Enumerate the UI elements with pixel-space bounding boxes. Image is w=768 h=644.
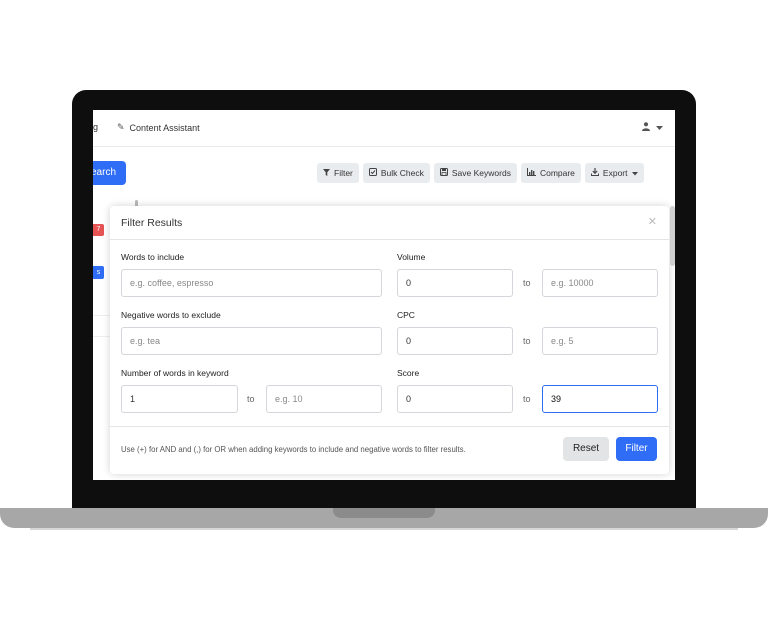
- caret-down-icon: [631, 168, 638, 178]
- compare-label: Compare: [539, 168, 575, 178]
- num-words-to-text: to: [247, 394, 255, 404]
- nav-item-truncated[interactable]: g: [93, 122, 98, 132]
- words-include-label: Words to include: [121, 252, 185, 262]
- volume-to-text: to: [523, 278, 531, 288]
- filter-results-modal: Filter Results ✕ Words to include e.g. c…: [110, 206, 669, 474]
- laptop-screen: g ✎ Content Assistant earch Filter Bulk: [93, 110, 675, 480]
- nav-item-content-assistant[interactable]: ✎ Content Assistant: [117, 122, 200, 133]
- cpc-to-text: to: [523, 336, 531, 346]
- save-icon: [439, 168, 448, 178]
- pencil-icon: ✎: [117, 122, 125, 132]
- modal-header: Filter Results ✕: [110, 206, 669, 240]
- save-keywords-label: Save Keywords: [451, 168, 511, 178]
- cpc-max-input[interactable]: e.g. 5: [542, 327, 658, 355]
- search-button[interactable]: earch: [93, 161, 126, 185]
- modal-title: Filter Results: [121, 217, 183, 229]
- laptop-notch: [333, 508, 435, 518]
- filter-button-label: Filter: [334, 168, 353, 178]
- score-max-input[interactable]: 39: [542, 385, 658, 413]
- volume-max-input[interactable]: e.g. 10000: [542, 269, 658, 297]
- negative-words-input[interactable]: e.g. tea: [121, 327, 382, 355]
- user-menu[interactable]: [642, 122, 663, 133]
- filter-button[interactable]: Filter: [317, 163, 359, 183]
- words-include-input[interactable]: e.g. coffee, espresso: [121, 269, 382, 297]
- num-words-min-input[interactable]: 1: [121, 385, 238, 413]
- bulk-check-button[interactable]: Bulk Check: [362, 163, 430, 183]
- apply-filter-button[interactable]: Filter: [616, 437, 657, 461]
- funnel-icon: [323, 168, 330, 178]
- save-keywords-button[interactable]: Save Keywords: [433, 163, 517, 183]
- toolbar: Filter Bulk Check Save Keywords Compare …: [317, 163, 644, 183]
- download-icon: [590, 168, 599, 178]
- help-text: Use (+) for AND and (,) for OR when addi…: [121, 445, 466, 454]
- user-icon: [642, 122, 650, 133]
- top-nav: g ✎ Content Assistant: [93, 110, 675, 147]
- check-square-icon: [368, 168, 377, 178]
- cpc-label: CPC: [397, 310, 415, 320]
- cpc-min-input[interactable]: 0: [397, 327, 513, 355]
- status-badge-blue: s: [93, 266, 104, 279]
- compare-button[interactable]: Compare: [520, 163, 581, 183]
- score-min-input[interactable]: 0: [397, 385, 513, 413]
- export-label: Export: [602, 168, 628, 178]
- negative-words-label: Negative words to exclude: [121, 310, 221, 320]
- close-icon[interactable]: ✕: [648, 215, 657, 228]
- num-words-max-input[interactable]: e.g. 10: [266, 385, 382, 413]
- page-scrollbar[interactable]: [670, 206, 675, 266]
- score-label: Score: [397, 368, 420, 378]
- score-to-text: to: [523, 394, 531, 404]
- volume-label: Volume: [397, 252, 426, 262]
- num-words-label: Number of words in keyword: [121, 368, 229, 378]
- status-badge-red: 7: [93, 224, 104, 236]
- export-button[interactable]: Export: [584, 163, 644, 183]
- bar-chart-icon: [526, 168, 536, 178]
- caret-down-icon: [656, 123, 663, 133]
- bulk-check-label: Bulk Check: [380, 168, 424, 178]
- reset-button[interactable]: Reset: [563, 437, 609, 461]
- laptop-shadow: [30, 528, 738, 530]
- nav-item-label: Content Assistant: [129, 122, 200, 133]
- modal-footer: Use (+) for AND and (,) for OR when addi…: [110, 426, 669, 475]
- volume-min-input[interactable]: 0: [397, 269, 513, 297]
